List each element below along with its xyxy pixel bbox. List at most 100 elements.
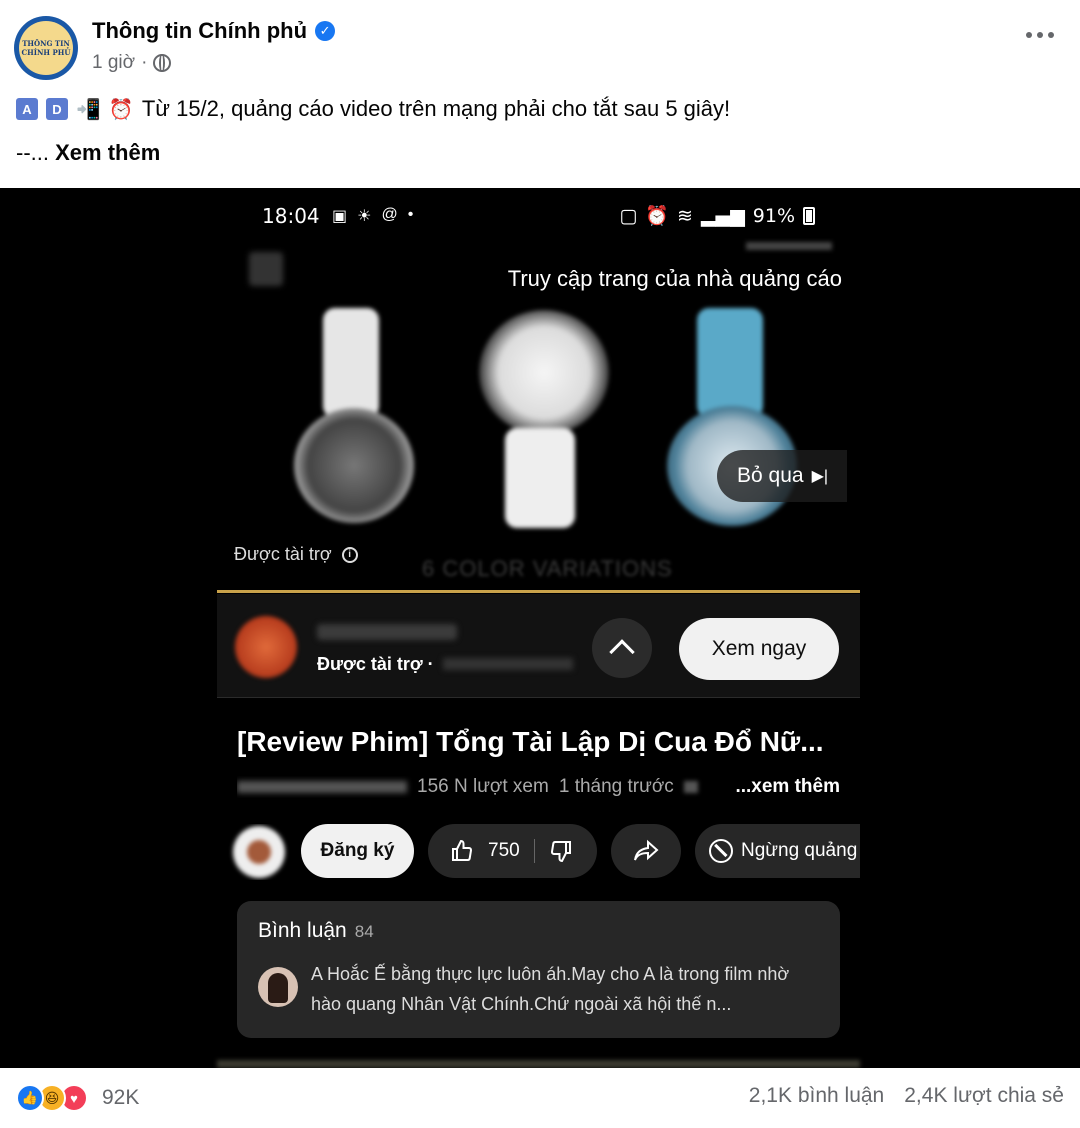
dislike-icon[interactable] [549,839,573,863]
post-footer: 👍 😆 ♥ 92K 2,1K bình luận 2,4K lượt chia … [0,1068,1080,1128]
more-icon-dot [1037,32,1043,38]
comments-preview[interactable]: Bình luận 84 A Hoắc Ế bằng thực lực luôn… [237,901,840,1038]
meta-separator: · [141,52,148,73]
info-icon[interactable]: i [341,546,358,563]
caption-text: Từ 15/2, quảng cáo video trên mạng phải … [141,96,731,121]
ad-progress-bar [217,590,860,593]
more-icon-dot [1048,32,1054,38]
avatar-text-2: CHÍNH PHỦ [21,48,71,57]
video-meta: 156 N lượt xem 1 tháng trước ...xem thêm [237,776,840,798]
subscribe-button[interactable]: Đăng ký [301,824,414,878]
page-avatar[interactable]: THÔNG TIN CHÍNH PHỦ [14,16,78,80]
like-icon[interactable] [450,839,474,863]
watch-case [479,310,609,435]
comment-text: A Hoắc Ế bằng thực lực luôn áh.May cho A… [311,964,790,1014]
visit-advertiser-link[interactable]: Truy cập trang của nhà quảng cáo [508,266,842,292]
like-reaction-icon: 👍 [16,1084,44,1112]
video-actions: Đăng ký 750 Ngừng quảng [217,824,860,880]
caption-more: --... Xem thêm [16,140,160,166]
wifi-icon: ≋ [677,204,693,227]
alarm-icon: ⏰ [645,205,669,227]
threads-icon: @ [381,206,398,223]
watch-strap [505,428,575,528]
collapse-ad-button[interactable] [592,618,652,678]
chevron-up-icon [609,639,635,665]
battery-percent: 91% [752,204,795,227]
image-icon: ▣ [332,208,348,225]
like-dislike-button[interactable]: 750 [428,824,597,878]
sponsored-text: Được tài trợ [234,544,332,564]
see-more-link[interactable]: Xem thêm [55,140,160,165]
next-content-blurred [217,1060,860,1068]
advertiser-name-blurred [317,624,457,640]
post-time[interactable]: 1 giờ [92,52,135,74]
caption-ellipsis: --... [16,140,49,165]
reactions-summary[interactable]: 👍 😆 ♥ 92K [16,1084,139,1112]
watch-image-blue [665,308,815,538]
comments-header: Bình luận 84 [258,919,374,943]
watch-image-silver [475,308,625,548]
post-caption: A D 📲 ⏰ Từ 15/2, quảng cáo video trên mạ… [16,96,730,122]
share-icon [634,839,659,861]
shares-count-link[interactable]: 2,4K lượt chia sẻ [904,1084,1064,1108]
watch-strap [697,308,763,418]
more-options-button[interactable] [1026,32,1054,38]
status-icons-right: ▢ ⏰ ≋ ▂▄▆ 91% [619,204,815,227]
status-time: 18:04 [262,204,320,228]
status-icons-left: ▣ ☀ @ • [332,206,413,226]
battery-saver-icon: ▢ [619,204,638,227]
ad-source-blurred [746,242,832,250]
comments-count-link[interactable]: 2,1K bình luận [749,1084,884,1108]
stop-ads-label: Ngừng quảng [741,840,858,861]
watch-now-button[interactable]: Xem ngay [679,618,839,680]
reaction-count: 92K [102,1086,140,1109]
ad-logo-blurred [249,252,283,286]
video-age: 1 tháng trước [558,776,674,797]
channel-avatar[interactable] [233,826,285,878]
battery-icon [803,206,815,225]
emoji-d-icon: D [46,98,68,120]
stop-ads-button[interactable]: Ngừng quảng [695,824,860,878]
skip-ad-button[interactable]: Bỏ qua ▶| [717,450,847,502]
video-title[interactable]: [Review Phim] Tổng Tài Lập Dị Cua Đổ Nữ.… [237,726,824,758]
hashtag-blurred [683,781,698,793]
video-ad[interactable]: Truy cập trang của nhà quảng cáo Bỏ qua … [217,238,860,590]
ad-sponsored-label: Được tài trợ i [234,544,358,565]
dot-icon: • [407,206,414,223]
post-meta: 1 giờ · [92,52,172,74]
page-name-row: Thông tin Chính phủ ✓ [92,18,336,44]
watch-strap [323,308,379,418]
signal-icon: ▂▄▆ [700,204,745,227]
share-button[interactable] [611,824,681,878]
advertiser-logo[interactable] [235,616,297,678]
skip-icon: ▶| [811,468,829,485]
commenter-avatar [258,967,298,1007]
globe-icon [153,54,172,72]
ad-info-bar: Được tài trợ · Xem ngay [217,594,860,698]
page-name[interactable]: Thông tin Chính phủ [92,18,307,44]
alarm-clock-emoji-icon: ⏰ [108,98,134,121]
avatar-text-1: THÔNG TIN [22,39,70,48]
like-count: 750 [488,840,520,861]
emoji-a-icon: A [16,98,38,120]
phone-emoji-icon: 📲 [76,98,101,121]
post-header: THÔNG TIN CHÍNH PHỦ Thông tin Chính phủ … [0,0,1080,90]
ban-icon [709,839,733,863]
post-media[interactable]: 18:04 ▣ ☀ @ • ▢ ⏰ ≋ ▂▄▆ 91% Truy cập tra… [0,188,1080,1068]
like-divider [533,839,535,863]
ad-sponsored-text: Được tài trợ · [317,654,434,674]
verified-badge-icon: ✓ [315,21,336,41]
phone-screenshot: 18:04 ▣ ☀ @ • ▢ ⏰ ≋ ▂▄▆ 91% Truy cập tra… [217,188,860,1068]
channel-handle-blurred [237,781,407,793]
footer-stats: 2,1K bình luận 2,4K lượt chia sẻ [749,1084,1064,1108]
watch-case [294,408,414,523]
skip-label: Bỏ qua [737,464,804,487]
ad-variations-text: 6 COLOR VARIATIONS [422,556,673,581]
status-bar: 18:04 ▣ ☀ @ • ▢ ⏰ ≋ ▂▄▆ 91% [217,202,860,230]
video-see-more-link[interactable]: ...xem thêm [735,776,840,798]
comments-label: Bình luận [258,919,347,942]
video-views: 156 N lượt xem [417,776,549,797]
weather-icon: ☀ [357,208,372,225]
watch-image-white [289,308,439,538]
comments-count: 84 [354,922,374,941]
